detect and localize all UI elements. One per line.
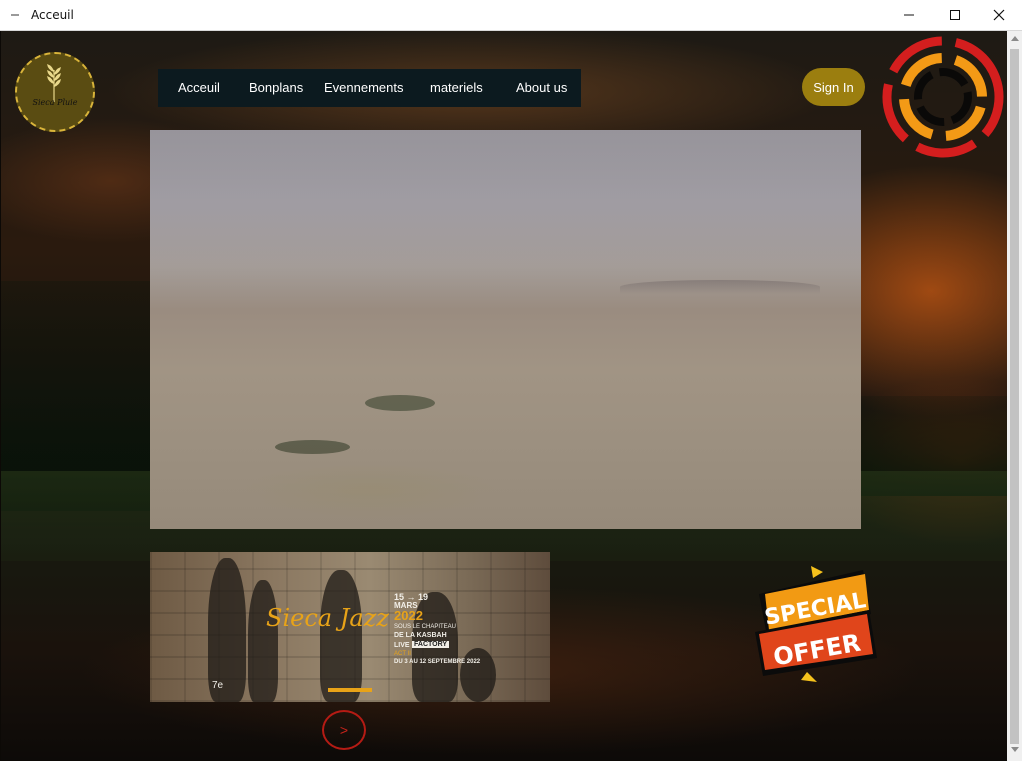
site-logo[interactable]: Sieca Pluie bbox=[15, 52, 95, 132]
wheat-icon bbox=[47, 64, 61, 102]
vertical-scrollbar[interactable] bbox=[1007, 31, 1022, 761]
nav-item-evennements[interactable]: Evennements bbox=[324, 80, 404, 95]
maximize-button[interactable] bbox=[932, 0, 978, 30]
event-act: ACT II bbox=[394, 651, 411, 657]
minimize-icon bbox=[904, 14, 914, 16]
event-live-label: LIVE bbox=[394, 642, 410, 649]
maximize-icon bbox=[950, 10, 960, 20]
event-venue-line2: DE LA KASBAH bbox=[394, 632, 447, 639]
event-brand: Sieca Jazz bbox=[266, 604, 389, 632]
main-nav: Acceuil Bonplans Evennements materiels A… bbox=[158, 69, 581, 107]
logo-text: Sieca Pluie bbox=[32, 98, 78, 107]
window-title: Acceuil bbox=[31, 8, 74, 22]
nav-item-acceuil[interactable]: Acceuil bbox=[178, 80, 220, 95]
scrollbar-thumb[interactable] bbox=[1010, 49, 1019, 744]
close-button[interactable] bbox=[976, 0, 1022, 30]
scroll-up-icon[interactable] bbox=[1011, 36, 1019, 41]
event-banner[interactable]: Sieca Jazz 15 → 19 MARS 2022 SOUS LE CHA… bbox=[150, 552, 550, 702]
carousel-next-button[interactable]: > bbox=[322, 710, 366, 750]
event-edition: 7e bbox=[212, 680, 224, 691]
event-ticket-strip bbox=[328, 688, 372, 692]
window-titlebar: Acceuil bbox=[0, 0, 1022, 31]
event-year: 2022 bbox=[394, 608, 423, 623]
app-icon bbox=[11, 14, 19, 16]
page-content: Sieca Pluie Acceuil Bonplans Evennements… bbox=[1, 31, 1007, 760]
scroll-down-icon[interactable] bbox=[1011, 747, 1019, 752]
sign-in-button[interactable]: Sign In bbox=[802, 68, 865, 106]
minimize-button[interactable] bbox=[886, 0, 932, 30]
hero-landscape-image bbox=[150, 130, 861, 529]
spinner-ring-icon bbox=[882, 36, 1004, 158]
event-factory-label: FACTORY bbox=[412, 641, 450, 648]
event-venue-line1: SOUS LE CHAPITEAU bbox=[394, 624, 457, 630]
nav-item-materiels[interactable]: materiels bbox=[430, 80, 483, 95]
event-second-dates: DU 3 AU 12 SEPTEMBRE 2022 bbox=[394, 659, 481, 665]
nav-item-bonplans[interactable]: Bonplans bbox=[249, 80, 303, 95]
special-offer-badge[interactable]: SPECIAL OFFER bbox=[751, 566, 879, 684]
close-icon bbox=[993, 9, 1005, 21]
nav-item-about-us[interactable]: About us bbox=[516, 80, 567, 95]
